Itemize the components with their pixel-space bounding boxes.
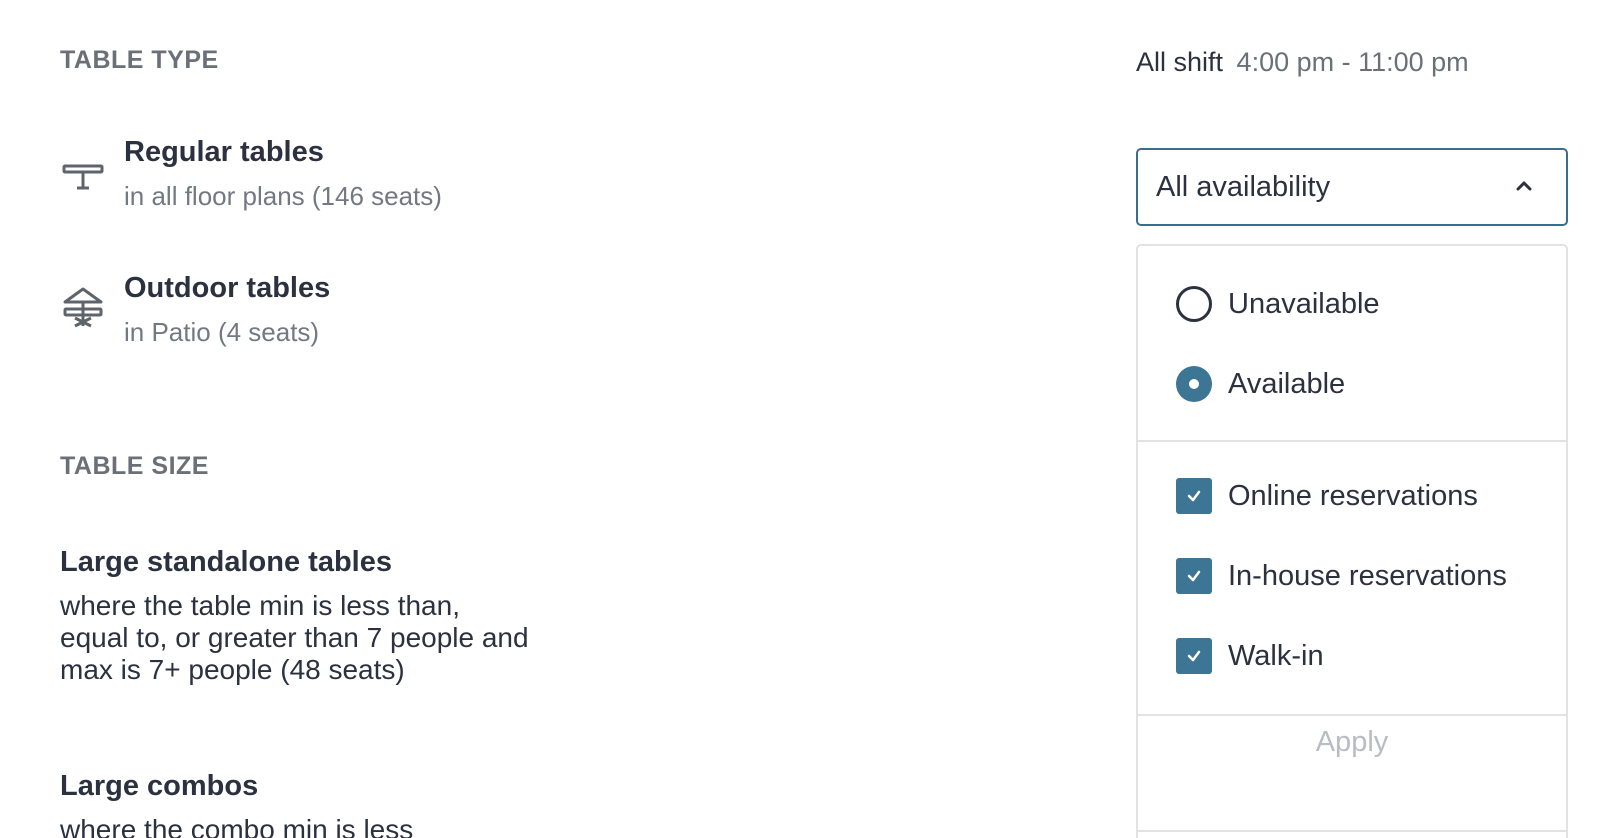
table-size-item-combos: Large combos where the combo min is less — [60, 768, 530, 838]
page: TABLE TYPE Regular tables in all floor p… — [0, 0, 1616, 838]
checkbox-label: Online reservations — [1228, 480, 1478, 512]
table-type-text: Outdoor tables in Patio (4 seats) — [124, 270, 330, 348]
table-type-heading: TABLE TYPE — [60, 46, 219, 74]
checkbox-checked[interactable] — [1176, 558, 1212, 594]
table-type-item-regular: Regular tables in all floor plans (146 s… — [60, 134, 442, 212]
table-icon — [60, 148, 106, 194]
panel-divider — [1138, 440, 1566, 442]
table-type-item-outdoor: Outdoor tables in Patio (4 seats) — [60, 270, 330, 348]
apply-button[interactable]: Apply — [1138, 722, 1566, 762]
checkmark-icon — [1187, 490, 1201, 502]
table-type-subtitle: in Patio (4 seats) — [124, 317, 320, 347]
radio-label: Unavailable — [1228, 288, 1380, 320]
table-type-subtitle: in all floor plans (146 seats) — [124, 181, 442, 211]
table-type-title: Regular tables — [124, 136, 324, 168]
availability-select[interactable]: All availability — [1136, 148, 1568, 226]
radio-button-selected[interactable] — [1176, 366, 1212, 402]
availability-dropdown-panel: Unavailable Available Online reservation… — [1136, 244, 1568, 838]
chevron-up-icon — [1514, 176, 1534, 196]
umbrella-table-icon — [60, 284, 106, 330]
panel-divider — [1138, 714, 1566, 716]
table-size-title: Large standalone tables — [60, 546, 392, 578]
checkbox-checked[interactable] — [1176, 478, 1212, 514]
table-type-text: Regular tables in all floor plans (146 s… — [124, 134, 442, 212]
radio-button[interactable] — [1176, 286, 1212, 322]
shift-label: All shift — [1136, 47, 1224, 77]
checkmark-icon — [1187, 650, 1201, 662]
checkbox-checked[interactable] — [1176, 638, 1212, 674]
availability-select-value: All availability — [1156, 170, 1331, 203]
radio-option-unavailable[interactable]: Unavailable — [1176, 286, 1380, 322]
table-size-heading: TABLE SIZE — [60, 452, 209, 480]
checkmark-icon — [1187, 570, 1201, 582]
checkbox-option-in-house[interactable]: In-house reservations — [1176, 558, 1507, 594]
checkbox-label: Walk-in — [1228, 640, 1324, 672]
checkbox-option-online[interactable]: Online reservations — [1176, 478, 1478, 514]
shift-info: All shift 4:00 pm - 11:00 pm — [1136, 44, 1469, 80]
table-size-item-standalone: Large standalone tables where the table … — [60, 544, 530, 686]
table-size-title: Large combos — [60, 770, 259, 802]
checkbox-option-walk-in[interactable]: Walk-in — [1176, 638, 1324, 674]
table-type-title: Outdoor tables — [124, 272, 331, 304]
checkbox-label: In-house reservations — [1228, 560, 1507, 592]
panel-divider — [1136, 830, 1568, 832]
table-size-description: where the combo min is less — [60, 814, 414, 838]
radio-label: Available — [1228, 368, 1346, 400]
shift-time: 4:00 pm - 11:00 pm — [1236, 47, 1469, 77]
radio-option-available[interactable]: Available — [1176, 366, 1345, 402]
table-size-description: where the table min is less than, equal … — [60, 590, 529, 685]
